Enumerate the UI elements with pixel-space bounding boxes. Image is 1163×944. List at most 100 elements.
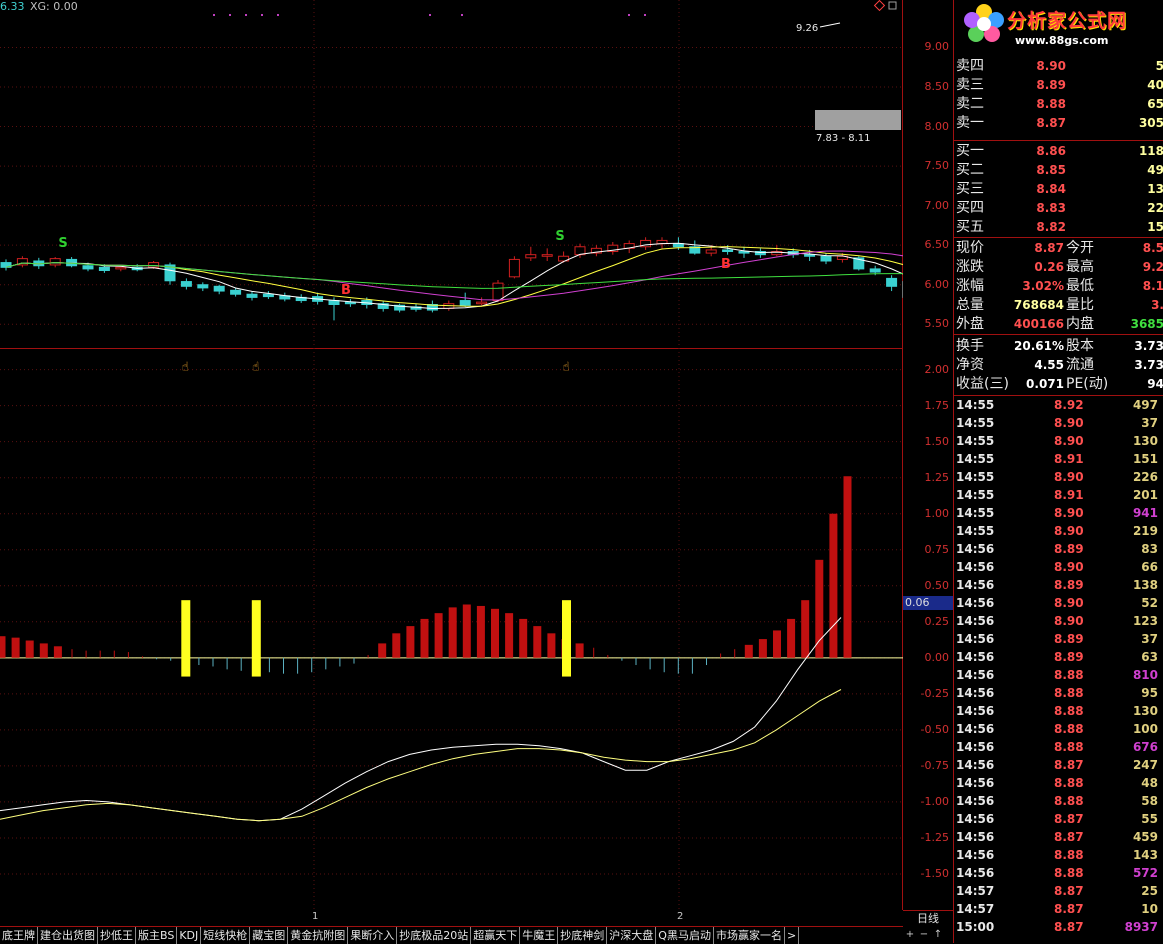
candle-body — [525, 254, 537, 259]
tab-4[interactable]: KDJ — [177, 927, 202, 944]
trade-volume: 100 — [1132, 722, 1158, 736]
stat-value: 400166 — [1013, 317, 1064, 331]
tab-0[interactable]: 底王牌 — [0, 927, 38, 944]
stat-value: 4.55 — [1034, 358, 1064, 372]
trade-price: 8.90 — [1054, 560, 1084, 574]
trade-volume: 572 — [1132, 866, 1158, 880]
trade-volume: 123 — [1132, 614, 1158, 628]
tab-6[interactable]: 藏宝图 — [250, 927, 289, 944]
histogram-bar — [691, 657, 693, 674]
tab-9[interactable]: 抄底极品20站 — [397, 927, 472, 944]
tab-7[interactable]: 黄金抗附图 — [288, 927, 349, 944]
tab-11[interactable]: 牛魔王 — [520, 927, 559, 944]
trade-price: 8.92 — [1054, 398, 1084, 412]
price-tick-label: 6.50 — [924, 238, 950, 252]
tab-10[interactable]: 超赢天下 — [471, 927, 521, 944]
histogram-bar — [773, 630, 781, 658]
trade-time: 14:55 — [956, 434, 995, 448]
logo-url: www.88gs.com — [1015, 34, 1109, 47]
tab-2[interactable]: 抄低王 — [98, 927, 136, 944]
trade-price: 8.87 — [1054, 758, 1084, 772]
histogram-bar — [170, 657, 172, 661]
stat-value: 20.61% — [1014, 339, 1064, 353]
tab-15[interactable]: 市场赢家一名 — [714, 927, 785, 944]
period-selector[interactable]: 日线 — [903, 910, 953, 927]
stat-label: 今开 — [1066, 240, 1094, 256]
histogram-bar — [677, 657, 679, 674]
candle-body — [804, 254, 816, 257]
trade-price: 8.88 — [1054, 776, 1084, 790]
histogram-bar — [226, 657, 228, 670]
marker-dot — [644, 14, 646, 16]
trade-time: 14:56 — [956, 560, 995, 574]
candle-body — [180, 281, 192, 287]
histogram-bar — [406, 626, 415, 658]
stat-label: 换手 — [956, 338, 984, 354]
diamond-icon — [873, 0, 886, 12]
tab-1[interactable]: 建仓出货图 — [38, 927, 98, 944]
ask-volume: 65 — [1147, 97, 1163, 111]
zoom-out-button[interactable]: − — [917, 926, 931, 943]
bid-row[interactable]: 买四 8.83 22 — [954, 199, 1163, 218]
histogram-bar — [339, 657, 341, 667]
tab-3[interactable]: 版主BS — [136, 927, 178, 944]
histogram-bar — [297, 657, 299, 674]
moving-average-line-ma5 — [5, 242, 903, 310]
tab-5[interactable]: 短线快枪 — [201, 927, 251, 944]
trade-row: 14:56 8.88 58 — [954, 792, 1163, 810]
tab-16[interactable]: > — [785, 927, 800, 944]
trade-price: 8.90 — [1054, 614, 1084, 628]
stat-row: 外盘 400166 内盘 3685 — [954, 315, 1163, 334]
trade-volume: 226 — [1132, 470, 1158, 484]
ask-row[interactable]: 卖四 8.90 5 — [954, 57, 1163, 76]
ask-row[interactable]: 卖一 8.87 305 — [954, 114, 1163, 133]
ask-row[interactable]: 卖三 8.89 40 — [954, 76, 1163, 95]
trade-row: 14:57 8.87 25 — [954, 882, 1163, 900]
stat-label: 内盘 — [1066, 316, 1094, 332]
stat-row: 总量 768684 量比 3. — [954, 296, 1163, 315]
indicator-axis: 2.00 1.75 1.50 1.25 1.00 0.75 0.50 0.25 0.00 -0.2… — [903, 348, 953, 910]
trade-row: 14:56 8.88 48 — [954, 774, 1163, 792]
trade-price: 8.88 — [1054, 668, 1084, 682]
price-tick-label: 7.00 — [924, 198, 950, 212]
candle-body — [738, 251, 750, 254]
tab-12[interactable]: 抄底神剑 — [558, 927, 608, 944]
histogram-bar — [758, 639, 767, 658]
histogram-bar — [99, 650, 101, 658]
stat-row: 换手 20.61% 股本 3.73 — [954, 337, 1163, 356]
chart-canvas[interactable]: S S B B ☝ ☝ ☝ — [0, 0, 903, 910]
ask-row[interactable]: 卖二 8.88 65 — [954, 95, 1163, 114]
indicator-tick-label: -1.00 — [920, 794, 949, 808]
histogram-bar — [519, 618, 528, 658]
tab-8[interactable]: 果断介入 — [348, 927, 398, 944]
stat-value: 94 — [1147, 377, 1163, 391]
candle-body — [148, 262, 160, 268]
stat-row: 现价 8.87 今开 8.5 — [954, 239, 1163, 258]
trade-row: 14:55 8.90 226 — [954, 468, 1163, 486]
histogram-bar — [353, 657, 355, 664]
bid-row[interactable]: 买五 8.82 15 — [954, 218, 1163, 237]
histogram-bar — [533, 626, 542, 658]
hand-pointer-icon: ☝ — [562, 359, 569, 373]
trade-time: 14:55 — [956, 416, 995, 430]
bid-label: 买二 — [956, 162, 984, 178]
trade-row: 14:55 8.90 37 — [954, 414, 1163, 432]
zoom-in-button[interactable]: + — [903, 926, 917, 943]
ask-label: 卖四 — [956, 58, 984, 74]
candle-body — [197, 284, 209, 289]
histogram-bar — [491, 608, 499, 658]
tab-14[interactable]: Q黑马启动 — [656, 927, 714, 944]
indicator-tick-label: -1.25 — [920, 830, 949, 844]
stat-label: 涨幅 — [956, 278, 984, 294]
histogram-bar — [801, 600, 810, 658]
bid-row[interactable]: 买二 8.85 49 — [954, 161, 1163, 180]
tab-13[interactable]: 沪深大盘 — [607, 927, 657, 944]
scroll-up-button[interactable]: ↑ — [931, 926, 945, 943]
bid-row[interactable]: 买一 8.86 118 — [954, 142, 1163, 161]
bid-row[interactable]: 买三 8.84 13 — [954, 180, 1163, 199]
indicator-tick-label: 1.25 — [924, 470, 950, 484]
chart-area[interactable]: S S B B ☝ ☝ ☝ 6.33 XG: 0.00 9.26 7.83 - 8.11 1… — [0, 0, 903, 922]
trade-time: 14:56 — [956, 722, 995, 736]
indicator-tabs: 底王牌 建仓出货图 抄低王 版主BS KDJ 短线快枪 藏宝图 黄金抗附图 果断介入 抄底极品20… — [0, 926, 903, 944]
stat-row: 收益(三) 0.071 PE(动) 94 — [954, 375, 1163, 394]
